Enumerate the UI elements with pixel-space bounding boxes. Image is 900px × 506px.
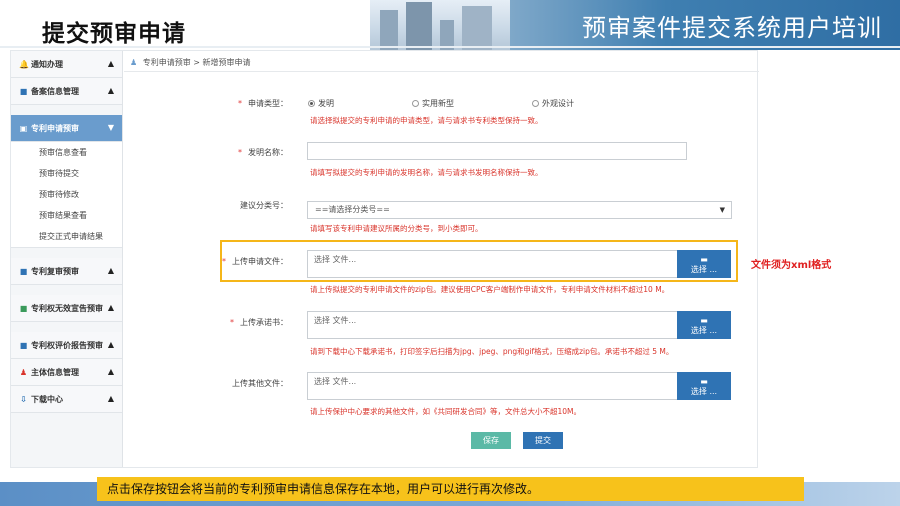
sidebar-item-label: 下载中心 — [31, 394, 63, 404]
commitment-browse-button[interactable]: ▬ 选择 ... — [677, 311, 731, 339]
chevron-up-icon: ▲ — [107, 266, 114, 275]
other-files-hint: 请上传保护中心要求的其他文件，如《共同研发合同》等，文件总大小不超10M。 — [310, 407, 582, 416]
invention-name-input[interactable] — [307, 142, 687, 160]
document-icon: ▣ — [19, 123, 28, 133]
chevron-down-icon: ▼ — [107, 123, 114, 132]
bottom-note: 点击保存按钮会将当前的专利预审申请信息保存在本地，用户可以进行再次修改。 — [97, 477, 804, 501]
other-files-input[interactable]: 选择 文件... — [307, 372, 679, 400]
folder-open-icon: ▬ — [700, 316, 708, 325]
submenu: 预审信息查看 预审待提交 预审待修改 预审结果查看 提交正式申请结果 — [11, 142, 122, 248]
commitment-label: * 上传承诺书： — [230, 318, 288, 327]
breadcrumb-current: 新增预审申请 — [202, 58, 251, 67]
classification-select[interactable]: ==请选择分类号== ▼ — [307, 201, 732, 219]
radio-utility-model[interactable]: 实用新型 — [412, 98, 454, 109]
radio-invention[interactable]: 发明 — [308, 98, 334, 109]
sidebar-item-reexamination[interactable]: ■ 专利复审预审 ▲ — [11, 258, 122, 285]
sidebar-item-download-center[interactable]: ⇩ 下载中心 ▲ — [11, 386, 122, 413]
chevron-up-icon: ▲ — [107, 367, 114, 376]
folder-icon: ■ — [19, 340, 28, 350]
user-icon: ♟ — [130, 58, 138, 67]
dropdown-caret-icon: ▼ — [719, 206, 725, 214]
sidebar-item-label: 备案信息管理 — [31, 86, 79, 96]
chevron-up-icon: ▲ — [107, 86, 114, 95]
radio-dot-selected — [308, 100, 315, 107]
classification-label: 建议分类号： — [240, 201, 288, 210]
sidebar-item-patent-application-precheck[interactable]: ▣ 专利申请预审 ▼ — [11, 115, 122, 142]
sidebar-item-evaluation-report[interactable]: ■ 专利权评价报告预审 ▲ — [11, 332, 122, 359]
person-icon: ♟ — [19, 367, 28, 377]
chevron-up-icon: ▲ — [107, 394, 114, 403]
sidebar-item-invalidation[interactable]: ■ 专利权无效宣告预审 ▲ — [11, 295, 122, 322]
chevron-up-icon: ▲ — [107, 303, 114, 312]
slide-header: 提交预审申请 预审案件提交系统用户培训 — [0, 0, 900, 52]
application-type-radio-group: 发明 实用新型 外观设计 — [308, 98, 652, 109]
folder-open-icon: ▬ — [700, 377, 708, 386]
sidebar-item-entity-info[interactable]: ♟ 主体信息管理 ▲ — [11, 359, 122, 386]
breadcrumb: ♟ 专利申请预审 > 新增预审申请 — [130, 57, 251, 68]
sidebar-item-label: 专利权评价报告预审 — [31, 340, 103, 350]
sidebar: 🔔 通知办理 ▲ ■ 备案信息管理 ▲ ▣ 专利申请预审 ▼ 预审信息查看 预审… — [11, 51, 123, 467]
classification-hint: 请填写该专利申请建议所属的分类号，到小类即可。 — [310, 224, 483, 233]
save-button[interactable]: 保存 — [471, 432, 511, 449]
folder-icon: ■ — [19, 303, 28, 313]
sidebar-item-label: 主体信息管理 — [31, 367, 79, 377]
submenu-item-pending-modify[interactable]: 预审待修改 — [11, 184, 122, 205]
sidebar-item-label: 专利申请预审 — [31, 123, 79, 133]
radio-dot — [532, 100, 539, 107]
sidebar-item-label: 通知办理 — [31, 59, 63, 69]
application-type-hint: 请选择拟提交的专利申请的申请类型，请与请求书专利类型保持一致。 — [310, 116, 543, 125]
commitment-hint: 请到下载中心下载承诺书，打印签字后扫描为jpg、jpeg、png和gif格式，压… — [310, 347, 674, 356]
invention-name-hint: 请填写拟提交的专利申请的发明名称，请与请求书发明名称保持一致。 — [310, 168, 543, 177]
chevron-up-icon: ▲ — [107, 59, 114, 68]
other-files-label: 上传其他文件： — [232, 379, 288, 388]
download-icon: ⇩ — [20, 394, 27, 404]
submenu-item-view-info[interactable]: 预审信息查看 — [11, 142, 122, 163]
highlight-box — [220, 240, 738, 282]
sidebar-item-label: 专利复审预审 — [31, 266, 79, 276]
slide-title: 提交预审申请 — [42, 21, 186, 47]
callout-text: 文件须为xml格式 — [751, 260, 832, 271]
radio-design[interactable]: 外观设计 — [532, 98, 574, 109]
folder-icon: ■ — [19, 86, 28, 96]
submit-button[interactable]: 提交 — [523, 432, 563, 449]
submenu-item-view-results[interactable]: 预审结果查看 — [11, 205, 122, 226]
application-file-hint: 请上传拟提交的专利申请文件的zip包。建议使用CPC客户端制作申请文件，专利申请… — [310, 285, 670, 294]
submenu-item-formal-results[interactable]: 提交正式申请结果 — [11, 226, 122, 247]
bell-icon: 🔔 — [19, 59, 29, 69]
breadcrumb-root[interactable]: 专利申请预审 — [143, 58, 191, 67]
breadcrumb-divider — [124, 71, 759, 72]
header-city-photo — [370, 0, 510, 50]
folder-icon: ■ — [19, 266, 28, 276]
application-type-label: * 申请类型： — [238, 99, 288, 108]
sidebar-item-label: 专利权无效宣告预审 — [31, 303, 103, 313]
sidebar-item-filing-info[interactable]: ■ 备案信息管理 ▲ — [11, 78, 122, 105]
breadcrumb-separator: > — [193, 58, 200, 67]
header-band: 预审案件提交系统用户培训 — [510, 0, 900, 50]
chevron-up-icon: ▲ — [107, 340, 114, 349]
submenu-item-pending-submit[interactable]: 预审待提交 — [11, 163, 122, 184]
system-name: 预审案件提交系统用户培训 — [582, 14, 882, 42]
radio-dot — [412, 100, 419, 107]
header-divider — [0, 46, 900, 48]
other-files-browse-button[interactable]: ▬ 选择 ... — [677, 372, 731, 400]
invention-name-label: * 发明名称： — [238, 148, 288, 157]
commitment-file-input[interactable]: 选择 文件... — [307, 311, 679, 339]
sidebar-item-notifications[interactable]: 🔔 通知办理 ▲ — [11, 51, 122, 78]
